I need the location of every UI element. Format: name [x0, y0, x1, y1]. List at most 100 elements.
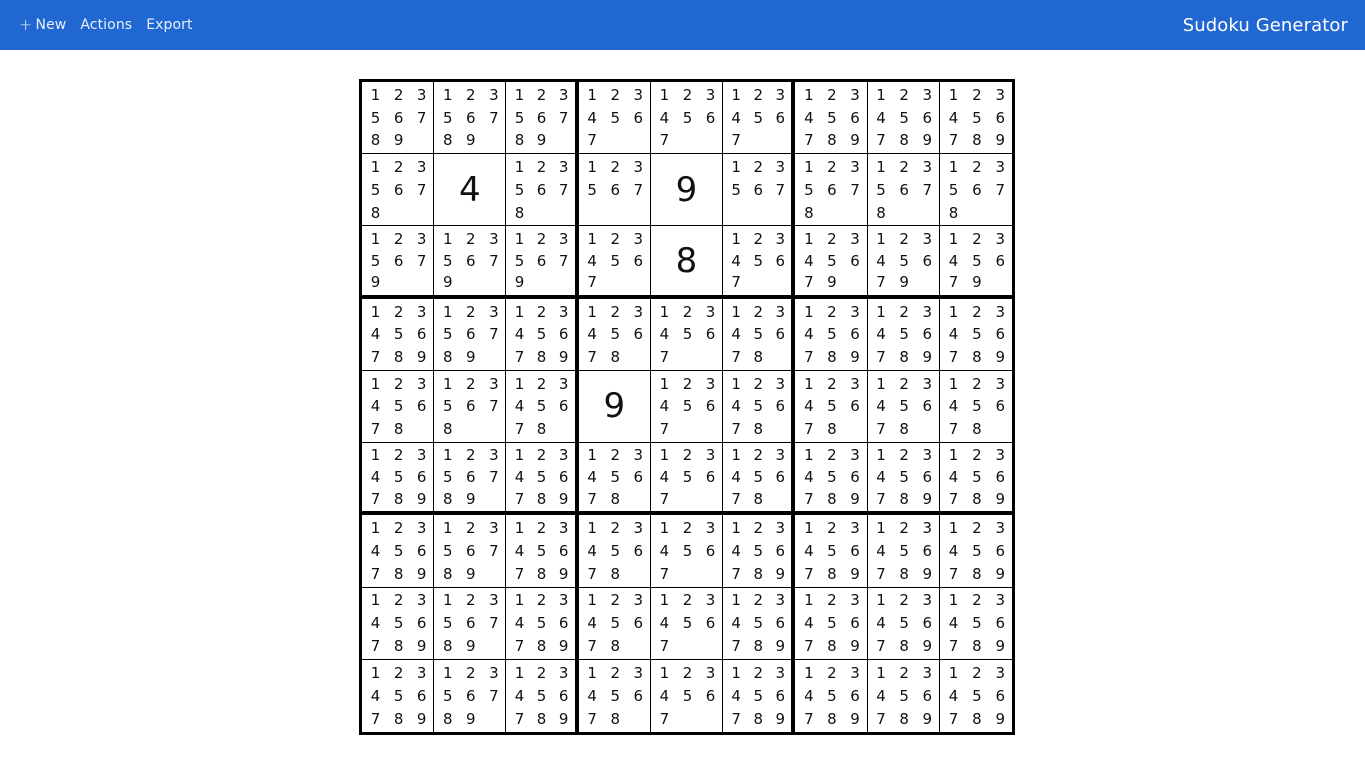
sudoku-cell-r4c2[interactable]: 123 567 89: [434, 298, 507, 371]
sudoku-cell-r1c3[interactable]: 123 567 89: [506, 82, 579, 155]
sudoku-cell-r2c8[interactable]: 123 567 8: [867, 154, 940, 227]
candidate-digit: 8: [948, 203, 959, 222]
sudoku-cell-r6c5[interactable]: 123 456 7: [650, 443, 724, 516]
candidate-grid: 123 456 789: [940, 299, 1012, 370]
sudoku-cell-r3c1[interactable]: 123 567 9: [362, 226, 435, 299]
sudoku-cell-r4c1[interactable]: 123 456 789: [362, 298, 435, 371]
candidate-digit: 9: [558, 564, 569, 583]
candidate-digit: 7: [804, 564, 814, 583]
sudoku-cell-r6c3[interactable]: 123 456 789: [506, 443, 579, 516]
sudoku-cell-r4c7[interactable]: 123 456 789: [795, 298, 868, 371]
candidate-digit: 2: [466, 519, 476, 538]
sudoku-cell-r1c7[interactable]: 123 456 789: [795, 82, 868, 155]
candidate-grid: 123 456 789: [795, 515, 866, 586]
sudoku-cell-r3c7[interactable]: 123 456 79: [795, 226, 868, 299]
sudoku-cell-r8c1[interactable]: 123 456 789: [362, 587, 435, 660]
sudoku-cell-r1c8[interactable]: 123 456 789: [867, 82, 940, 155]
sudoku-cell-r6c1[interactable]: 123 456 789: [362, 443, 435, 516]
sudoku-cell-r9c9[interactable]: 123 456 789: [939, 659, 1012, 732]
sudoku-cell-r9c8[interactable]: 123 456 789: [867, 659, 940, 732]
sudoku-cell-r5c3[interactable]: 123 456 78: [506, 370, 579, 444]
sudoku-cell-r2c5[interactable]: 9: [650, 154, 724, 227]
sudoku-cell-r8c4[interactable]: 123 456 78: [578, 587, 651, 660]
sudoku-cell-r9c4[interactable]: 123 456 78: [578, 659, 651, 732]
export-menu[interactable]: Export: [146, 17, 192, 33]
sudoku-cell-r2c2[interactable]: 4: [434, 154, 507, 227]
sudoku-cell-r1c5[interactable]: 123 456 7: [650, 82, 724, 155]
candidate-digit: 5: [972, 397, 982, 416]
sudoku-cell-r8c8[interactable]: 123 456 789: [867, 587, 940, 660]
sudoku-cell-r2c4[interactable]: 123 567: [578, 154, 651, 227]
sudoku-cell-r2c9[interactable]: 123 567 8: [939, 154, 1012, 227]
sudoku-cell-r2c7[interactable]: 123 567 8: [795, 154, 868, 227]
sudoku-cell-r7c8[interactable]: 123 456 789: [867, 515, 940, 588]
app-title: Sudoku Generator: [1182, 14, 1348, 36]
sudoku-cell-r7c7[interactable]: 123 456 789: [795, 515, 868, 588]
sudoku-cell-r5c9[interactable]: 123 456 78: [939, 370, 1012, 444]
sudoku-cell-r3c4[interactable]: 123 456 7: [578, 226, 651, 299]
sudoku-cell-r2c1[interactable]: 123 567 8: [362, 154, 435, 227]
sudoku-cell-r5c2[interactable]: 123 567 8: [434, 370, 507, 444]
sudoku-cell-r8c7[interactable]: 123 456 789: [795, 587, 868, 660]
sudoku-cell-r6c9[interactable]: 123 456 789: [939, 443, 1012, 516]
candidate-digit: 8: [610, 709, 621, 728]
sudoku-cell-r3c8[interactable]: 123 456 79: [867, 226, 940, 299]
sudoku-cell-r5c5[interactable]: 123 456 7: [650, 370, 724, 444]
sudoku-cell-r4c6[interactable]: 123 456 78: [723, 298, 796, 371]
candidate-digit: 7: [731, 489, 741, 508]
sudoku-cell-r4c8[interactable]: 123 456 789: [867, 298, 940, 371]
candidate-digit: 3: [558, 85, 569, 104]
sudoku-cell-r7c3[interactable]: 123 456 789: [506, 515, 579, 588]
sudoku-cell-r7c5[interactable]: 123 456 7: [650, 515, 724, 588]
sudoku-cell-r7c1[interactable]: 123 456 789: [362, 515, 435, 588]
sudoku-cell-r3c2[interactable]: 123 567 9: [434, 226, 507, 299]
sudoku-cell-r9c5[interactable]: 123 456 7: [650, 659, 724, 732]
sudoku-cell-r8c3[interactable]: 123 456 789: [506, 587, 579, 660]
sudoku-cell-r5c4[interactable]: 9: [578, 370, 651, 444]
sudoku-cell-r1c6[interactable]: 123 456 7: [723, 82, 796, 155]
sudoku-cell-r2c6[interactable]: 123 567: [723, 154, 796, 227]
sudoku-cell-r8c9[interactable]: 123 456 789: [939, 587, 1012, 660]
sudoku-cell-r9c6[interactable]: 123 456 789: [723, 659, 796, 732]
sudoku-cell-r1c4[interactable]: 123 456 7: [578, 82, 651, 155]
sudoku-cell-r6c2[interactable]: 123 567 89: [434, 443, 507, 516]
sudoku-cell-r3c5[interactable]: 8: [650, 226, 724, 299]
candidate-grid: 123 456 789: [940, 515, 1012, 586]
sudoku-cell-r3c6[interactable]: 123 456 7: [723, 226, 796, 299]
sudoku-cell-r1c1[interactable]: 123 567 89: [362, 82, 435, 155]
sudoku-cell-r4c4[interactable]: 123 456 78: [578, 298, 651, 371]
sudoku-cell-r6c4[interactable]: 123 456 78: [578, 443, 651, 516]
sudoku-cell-r8c5[interactable]: 123 456 7: [650, 587, 724, 660]
sudoku-cell-r8c2[interactable]: 123 567 89: [434, 587, 507, 660]
sudoku-cell-r7c4[interactable]: 123 456 78: [578, 515, 651, 588]
sudoku-cell-r6c8[interactable]: 123 456 789: [867, 443, 940, 516]
sudoku-cell-r3c9[interactable]: 123 456 79: [939, 226, 1012, 299]
sudoku-cell-r7c9[interactable]: 123 456 789: [939, 515, 1012, 588]
sudoku-cell-r1c2[interactable]: 123 567 89: [434, 82, 507, 155]
sudoku-cell-r9c1[interactable]: 123 456 789: [362, 659, 435, 732]
sudoku-cell-r5c6[interactable]: 123 456 78: [723, 370, 796, 444]
sudoku-cell-r8c6[interactable]: 123 456 789: [723, 587, 796, 660]
sudoku-cell-r6c7[interactable]: 123 456 789: [795, 443, 868, 516]
candidate-digit: 9: [972, 273, 982, 292]
sudoku-cell-r5c8[interactable]: 123 456 78: [867, 370, 940, 444]
candidate-digit: 3: [489, 591, 499, 610]
sudoku-cell-r3c3[interactable]: 123 567 9: [506, 226, 579, 299]
sudoku-cell-r5c7[interactable]: 123 456 78: [795, 370, 868, 444]
sudoku-cell-r9c3[interactable]: 123 456 789: [506, 659, 579, 732]
sudoku-cell-r4c3[interactable]: 123 456 789: [506, 298, 579, 371]
sudoku-cell-r7c6[interactable]: 123 456 789: [723, 515, 796, 588]
sudoku-cell-r4c5[interactable]: 123 456 7: [650, 298, 724, 371]
candidate-digit: 1: [948, 663, 959, 682]
new-button[interactable]: + New: [19, 17, 66, 34]
sudoku-cell-r6c6[interactable]: 123 456 78: [723, 443, 796, 516]
actions-menu[interactable]: Actions: [80, 17, 132, 33]
sudoku-cell-r9c2[interactable]: 123 567 89: [434, 659, 507, 732]
sudoku-cell-r9c7[interactable]: 123 456 789: [795, 659, 868, 732]
sudoku-cell-r1c9[interactable]: 123 456 789: [939, 82, 1012, 155]
sudoku-cell-r2c3[interactable]: 123 567 8: [506, 154, 579, 227]
candidate-digit: 2: [753, 229, 763, 248]
sudoku-cell-r5c1[interactable]: 123 456 78: [362, 370, 435, 444]
sudoku-cell-r4c9[interactable]: 123 456 789: [939, 298, 1012, 371]
sudoku-cell-r7c2[interactable]: 123 567 89: [434, 515, 507, 588]
